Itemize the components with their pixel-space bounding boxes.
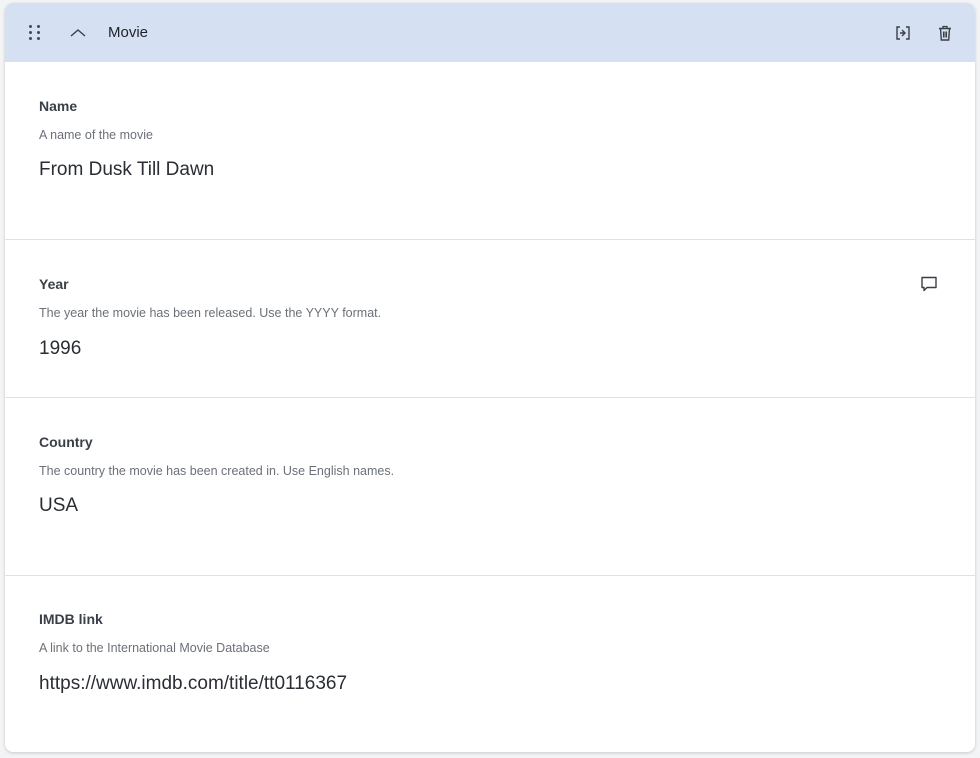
comment-icon: [921, 276, 937, 292]
field-imdb-section: IMDB link A link to the International Mo…: [5, 575, 975, 752]
field-year-section: Year The year the movie has been release…: [5, 239, 975, 398]
field-value-input[interactable]: USA: [39, 495, 78, 517]
field-value-input[interactable]: 1996: [39, 338, 81, 360]
field-description: A link to the International Movie Databa…: [39, 641, 270, 655]
duplicate-icon: [896, 26, 910, 40]
field-description: The year the movie has been released. Us…: [39, 306, 382, 320]
movie-block-card: Movie Name A name of the movie From Dusk…: [5, 3, 975, 752]
comment-button[interactable]: [918, 273, 940, 295]
field-description: A name of the movie: [39, 128, 153, 142]
field-label: Country: [39, 434, 93, 450]
field-label: Year: [39, 276, 69, 292]
trash-icon: [939, 25, 951, 41]
field-country-section: Country The country the movie has been c…: [5, 397, 975, 576]
block-header: Movie: [5, 3, 975, 62]
field-value-input[interactable]: https://www.imdb.com/title/tt0116367: [39, 673, 347, 695]
field-name-section: Name A name of the movie From Dusk Till …: [5, 62, 975, 239]
block-title: Movie: [108, 24, 149, 41]
field-label: Name: [39, 98, 78, 114]
collapse-button[interactable]: [67, 22, 89, 44]
field-description: The country the movie has been created i…: [39, 464, 395, 478]
field-label: IMDB link: [39, 611, 103, 627]
delete-button[interactable]: [934, 22, 956, 44]
chevron-up-icon: [70, 29, 86, 37]
field-value-input[interactable]: From Dusk Till Dawn: [39, 159, 214, 181]
duplicate-button[interactable]: [892, 22, 914, 44]
drag-handle-icon[interactable]: [29, 25, 41, 43]
